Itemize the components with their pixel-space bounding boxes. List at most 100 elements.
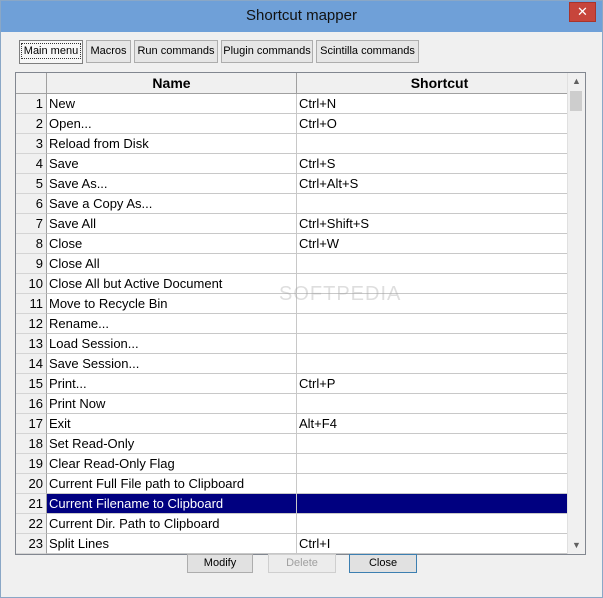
row-number: 16 — [16, 394, 47, 414]
command-name-cell[interactable]: Exit — [47, 414, 297, 434]
shortcut-cell[interactable] — [297, 494, 583, 514]
shortcut-cell[interactable] — [297, 434, 583, 454]
row-number: 17 — [16, 414, 47, 434]
command-name-cell[interactable]: Save a Copy As... — [47, 194, 297, 214]
shortcut-cell[interactable] — [297, 394, 583, 414]
command-name-cell[interactable]: Reload from Disk — [47, 134, 297, 154]
command-name-cell[interactable]: Current Filename to Clipboard — [47, 494, 297, 514]
table-row[interactable]: 15 Print... Ctrl+P — [16, 374, 583, 394]
scroll-thumb[interactable] — [570, 91, 582, 111]
tab-plugin-commands[interactable]: Plugin commands — [221, 40, 313, 63]
command-name-cell[interactable]: Load Session... — [47, 334, 297, 354]
tab-main-menu[interactable]: Main menu — [19, 40, 83, 64]
vertical-scrollbar[interactable]: ▲ ▼ — [567, 73, 585, 554]
command-name-cell[interactable]: Rename... — [47, 314, 297, 334]
softpedia-watermark: SOFTPEDIA — [279, 283, 402, 305]
shortcut-grid[interactable]: Name Shortcut 1 New Ctrl+N 2 Open... Ctrl+O 3 R… — [15, 72, 586, 555]
shortcut-cell[interactable] — [297, 454, 583, 474]
command-name-cell[interactable]: Set Read-Only — [47, 434, 297, 454]
title-bar[interactable]: Shortcut mapper ✕ — [1, 1, 602, 32]
row-number: 13 — [16, 334, 47, 354]
command-name-cell[interactable]: Split Lines — [47, 534, 297, 554]
shortcut-cell[interactable] — [297, 334, 583, 354]
shortcut-cell[interactable]: Ctrl+W — [297, 234, 583, 254]
table-row[interactable]: 9 Close All — [16, 254, 583, 274]
table-row[interactable]: 3 Reload from Disk — [16, 134, 583, 154]
shortcut-cell[interactable]: Alt+F4 — [297, 414, 583, 434]
shortcut-cell[interactable]: Ctrl+S — [297, 154, 583, 174]
command-name-cell[interactable]: Open... — [47, 114, 297, 134]
table-row[interactable]: 16 Print Now — [16, 394, 583, 414]
shortcut-cell[interactable]: Ctrl+Alt+S — [297, 174, 583, 194]
command-name-cell[interactable]: Save As... — [47, 174, 297, 194]
shortcut-cell[interactable] — [297, 514, 583, 534]
table-row[interactable]: 14 Save Session... — [16, 354, 583, 374]
shortcut-cell[interactable]: Ctrl+P — [297, 374, 583, 394]
row-number: 12 — [16, 314, 47, 334]
row-number: 8 — [16, 234, 47, 254]
delete-button[interactable]: Delete — [268, 554, 336, 573]
table-row[interactable]: 22 Current Dir. Path to Clipboard — [16, 514, 583, 534]
command-name-cell[interactable]: Print Now — [47, 394, 297, 414]
shortcut-cell[interactable] — [297, 194, 583, 214]
modify-button[interactable]: Modify — [187, 554, 253, 573]
row-number: 1 — [16, 94, 47, 114]
scroll-down-arrow-icon[interactable]: ▼ — [568, 537, 585, 554]
window-close-button[interactable]: ✕ — [569, 2, 596, 22]
shortcut-column-header[interactable]: Shortcut — [297, 73, 583, 94]
command-name-cell[interactable]: Clear Read-Only Flag — [47, 454, 297, 474]
table-row[interactable]: 12 Rename... — [16, 314, 583, 334]
table-row[interactable]: 19 Clear Read-Only Flag — [16, 454, 583, 474]
shortcut-cell[interactable]: Ctrl+I — [297, 534, 583, 554]
row-number-header — [16, 73, 47, 94]
row-number: 10 — [16, 274, 47, 294]
command-name-cell[interactable]: Current Dir. Path to Clipboard — [47, 514, 297, 534]
table-row[interactable]: 18 Set Read-Only — [16, 434, 583, 454]
table-row[interactable]: 17 Exit Alt+F4 — [16, 414, 583, 434]
scroll-up-arrow-icon[interactable]: ▲ — [568, 73, 585, 90]
shortcut-cell[interactable]: Ctrl+N — [297, 94, 583, 114]
row-number: 7 — [16, 214, 47, 234]
name-column-header[interactable]: Name — [47, 73, 297, 94]
table-row[interactable]: 6 Save a Copy As... — [16, 194, 583, 214]
shortcut-cell[interactable] — [297, 134, 583, 154]
row-number: 14 — [16, 354, 47, 374]
command-name-cell[interactable]: Print... — [47, 374, 297, 394]
shortcut-cell[interactable]: Ctrl+O — [297, 114, 583, 134]
command-name-cell[interactable]: Close All — [47, 254, 297, 274]
tab-macros[interactable]: Macros — [86, 40, 131, 63]
table-row[interactable]: 2 Open... Ctrl+O — [16, 114, 583, 134]
table-row[interactable]: 1 New Ctrl+N — [16, 94, 583, 114]
command-name-cell[interactable]: Close — [47, 234, 297, 254]
shortcut-cell[interactable]: Ctrl+Shift+S — [297, 214, 583, 234]
command-name-cell[interactable]: Save Session... — [47, 354, 297, 374]
table-row[interactable]: 13 Load Session... — [16, 334, 583, 354]
close-button[interactable]: Close — [349, 554, 417, 573]
tab-scintilla-commands[interactable]: Scintilla commands — [316, 40, 419, 63]
command-name-cell[interactable]: Save — [47, 154, 297, 174]
command-name-cell[interactable]: Save All — [47, 214, 297, 234]
table-row[interactable]: 8 Close Ctrl+W — [16, 234, 583, 254]
shortcut-cell[interactable] — [297, 314, 583, 334]
shortcut-cell[interactable] — [297, 354, 583, 374]
command-name-cell[interactable]: Close All but Active Document — [47, 274, 297, 294]
command-name-cell[interactable]: Current Full File path to Clipboard — [47, 474, 297, 494]
table-row[interactable]: 21 Current Filename to Clipboard — [16, 494, 583, 514]
row-number: 3 — [16, 134, 47, 154]
shortcut-cell[interactable] — [297, 474, 583, 494]
shortcut-cell[interactable] — [297, 254, 583, 274]
row-number: 15 — [16, 374, 47, 394]
table-row[interactable]: 5 Save As... Ctrl+Alt+S — [16, 174, 583, 194]
table-row[interactable]: 23 Split Lines Ctrl+I — [16, 534, 583, 554]
row-number: 22 — [16, 514, 47, 534]
table-row[interactable]: 4 Save Ctrl+S — [16, 154, 583, 174]
tab-run-commands[interactable]: Run commands — [134, 40, 218, 63]
table-row[interactable]: 7 Save All Ctrl+Shift+S — [16, 214, 583, 234]
window-title: Shortcut mapper — [246, 7, 357, 24]
row-number: 11 — [16, 294, 47, 314]
table-row[interactable]: 20 Current Full File path to Clipboard — [16, 474, 583, 494]
command-name-cell[interactable]: New — [47, 94, 297, 114]
row-number: 21 — [16, 494, 47, 514]
row-number: 5 — [16, 174, 47, 194]
command-name-cell[interactable]: Move to Recycle Bin — [47, 294, 297, 314]
